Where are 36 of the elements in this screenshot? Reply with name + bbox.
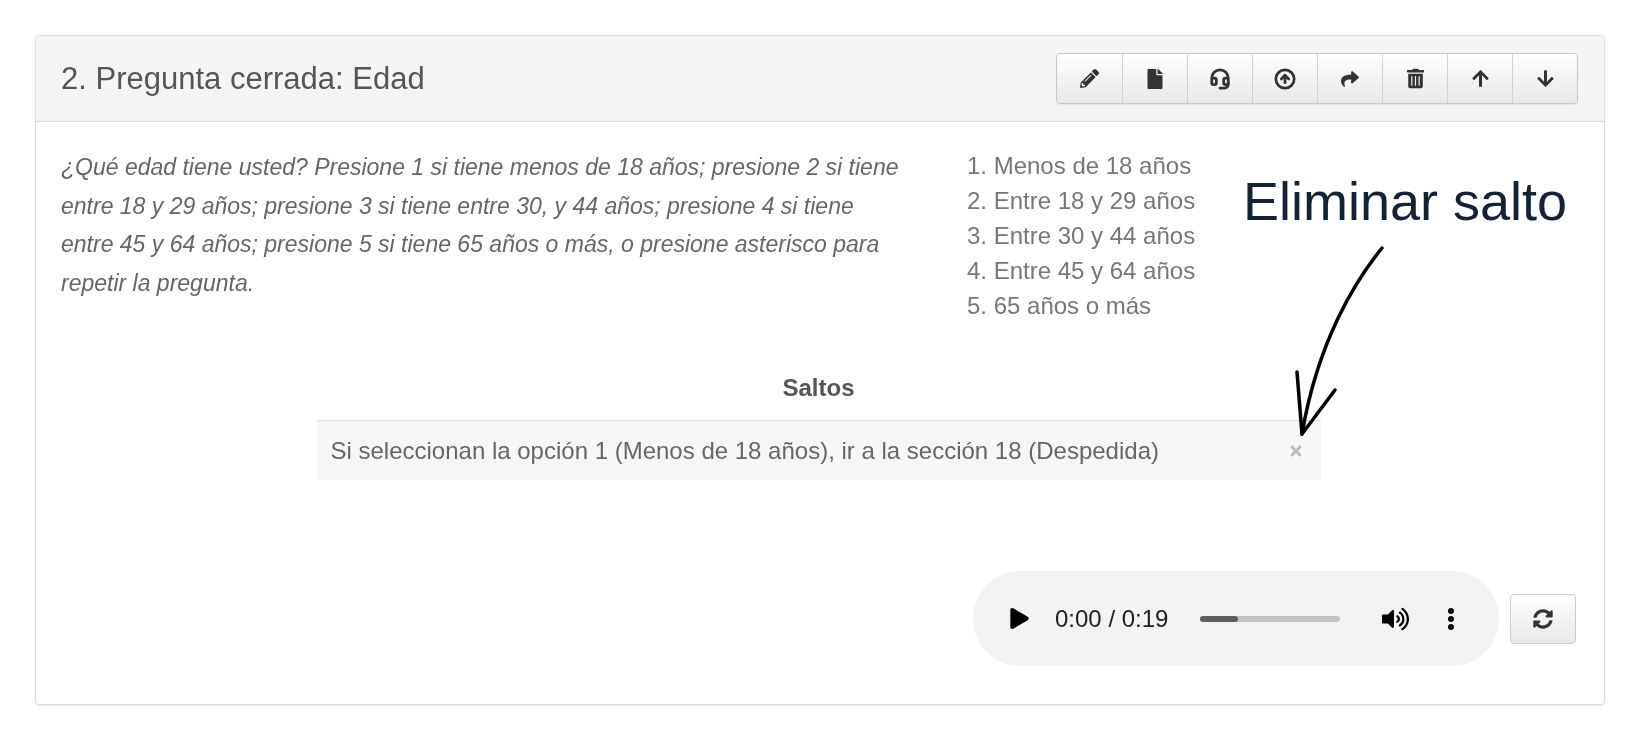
panel-title: 2. Pregunta cerrada: Edad [61,59,425,98]
arrow-up-icon [1471,69,1489,88]
play-icon [1010,608,1029,629]
file-button[interactable] [1122,54,1187,103]
refresh-icon [1533,608,1553,629]
question-text: ¿Qué edad tiene usted? Presione 1 si tiene menos de 18 años; presione 2 si tiene entre 18 y 29 años; presione 3 si tiene entre 30, y 44 años; presione 4 si tiene entre 45 y 64 años; presione 5 si tiene 65 años o más, o presione asterisco para repetir la pregunta. [61,153,900,298]
trash-icon [1406,68,1424,89]
headset-icon [1209,67,1231,90]
volume-icon [1382,606,1410,631]
jump-text: Si seleccionan la opción 1 (Menos de 18 años), ir a la sección 18 (Despedida) [330,435,1159,466]
answer-option: 4. Entre 45 y 64 años [967,253,1196,288]
share-icon [1340,69,1360,88]
answer-option: 1. Menos de 18 años [967,148,1196,183]
volume-button[interactable] [1382,606,1410,631]
arrow-down-icon [1536,69,1554,88]
refresh-button[interactable] [1510,593,1576,644]
audio-button[interactable] [1187,54,1252,103]
edit-button[interactable] [1057,54,1122,103]
answer-option: 2. Entre 18 y 29 años [967,183,1196,218]
move-down-button[interactable] [1512,54,1577,103]
pencil-icon [1080,69,1099,88]
move-up-button[interactable] [1447,54,1512,103]
more-options-button[interactable] [1448,607,1455,630]
delete-button[interactable] [1382,54,1447,103]
jumps-heading: Saltos [782,373,855,403]
arrow-up-circle-icon [1274,67,1296,90]
file-icon [1147,68,1163,89]
answer-option: 5. 65 años o más [967,288,1196,323]
seek-track[interactable] [1200,615,1341,622]
play-button[interactable] [1010,608,1029,629]
time-display: 0:00 / 0:19 [1055,603,1169,634]
more-options-icon [1448,607,1455,630]
answer-option: 3. Entre 30 y 44 años [967,218,1196,253]
annotation-label: Eliminar salto [1243,174,1568,228]
upload-button[interactable] [1252,54,1317,103]
forward-button[interactable] [1317,54,1382,103]
